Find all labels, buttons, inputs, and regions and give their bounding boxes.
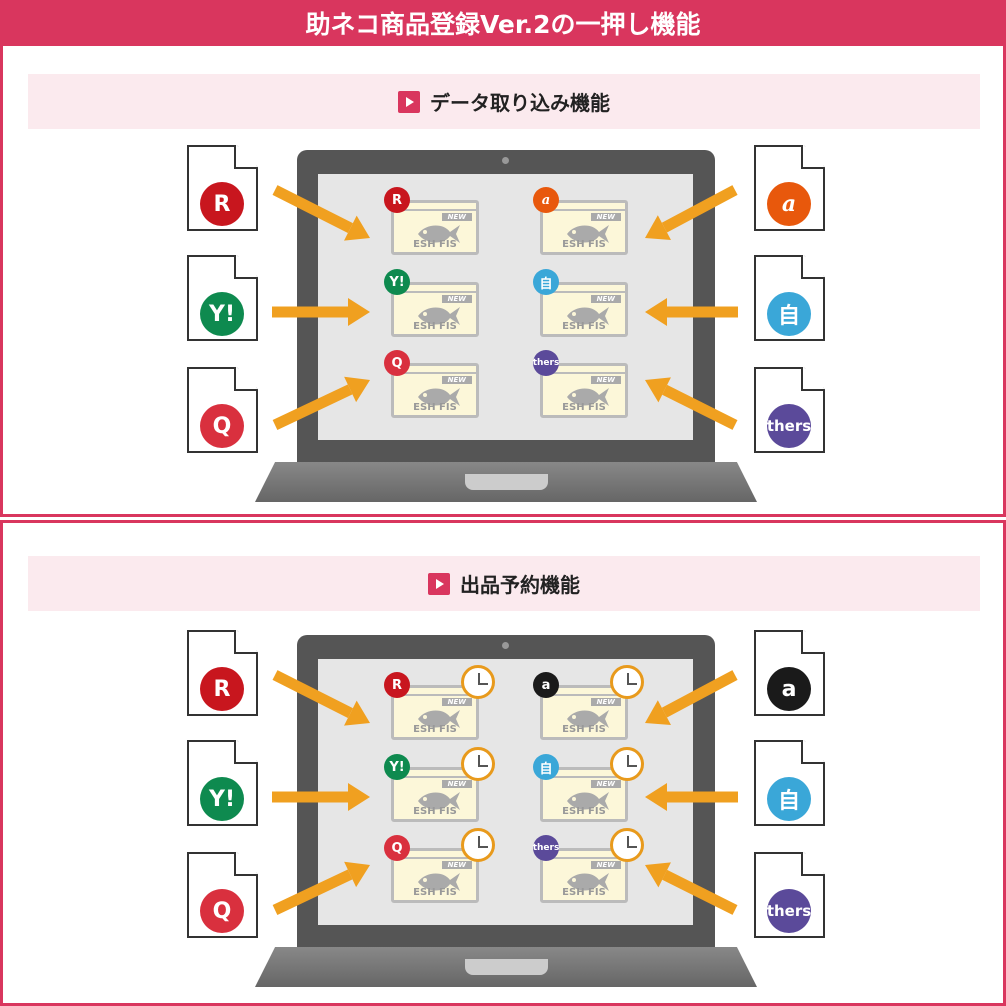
arrow-shaft — [272, 185, 353, 233]
arrow-shaft — [272, 670, 353, 718]
play-icon — [398, 90, 420, 113]
data-import-panel: データ取り込み機能 R NEW ESH FIS R Y! NEW ESH FIS Y! Q NEW… — [0, 43, 1006, 517]
arrow-head — [645, 783, 667, 811]
arrow-head — [348, 783, 370, 811]
arrows — [272, 185, 738, 430]
laptop-diagram: R NEW ESH FIS R Y! NEW ESH FIS Y! Q NEW ESH FIS Qa N… — [0, 145, 1006, 510]
arrow-shaft — [662, 869, 738, 915]
section-heading-text: 出品予約機能 — [460, 573, 580, 597]
play-icon — [428, 572, 450, 595]
arrow-head — [348, 298, 370, 326]
arrow-shaft — [661, 185, 738, 233]
arrow-shaft — [272, 384, 353, 430]
laptop-diagram: R NEW ESH FIS R Y! NEW ESH FIS Y! Q NEW ESH FIS Qa N… — [0, 630, 1006, 995]
section-heading: データ取り込み機能 — [28, 74, 980, 129]
section-heading: 出品予約機能 — [28, 556, 980, 611]
arrow-head — [645, 298, 667, 326]
listing-schedule-panel: 出品予約機能 R NEW ESH FIS R Y! NEW ESH FIS Y! Q NEW ESH… — [0, 520, 1006, 1006]
page-title: 助ネコ商品登録Ver.2の一押し機能 — [0, 0, 1006, 46]
arrow-shaft — [662, 384, 738, 430]
arrow-shaft — [272, 869, 353, 915]
section-heading-text: データ取り込み機能 — [430, 91, 610, 115]
arrow-shaft — [661, 670, 738, 718]
arrows — [272, 670, 738, 915]
